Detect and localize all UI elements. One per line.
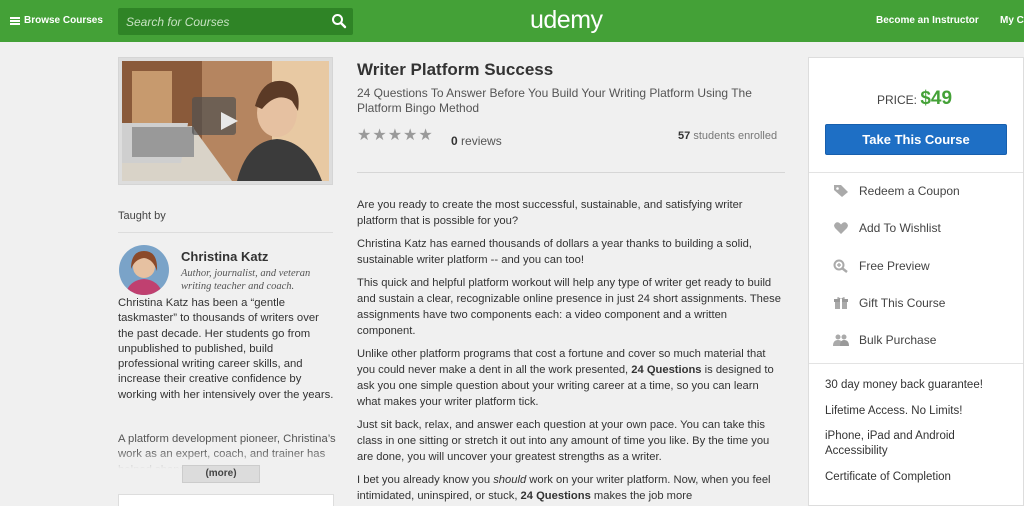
reviews-count: 0 (451, 134, 458, 148)
reviews-link[interactable]: 0 reviews (451, 134, 502, 148)
taught-by-label: Taught by (118, 210, 166, 222)
price-label: PRICE: (877, 93, 918, 107)
price-value: $49 (920, 88, 953, 109)
bulk-purchase-link[interactable]: Bulk Purchase (833, 333, 936, 347)
instructor-name[interactable]: Christina Katz (181, 249, 268, 264)
tag-icon (833, 184, 849, 198)
price: PRICE: $49 (877, 88, 952, 110)
course-description: Are you ready to create the most success… (357, 197, 782, 506)
search-box (118, 8, 353, 35)
description-paragraph: I bet you already know you should work o… (357, 474, 771, 502)
description-paragraph: Christina Katz has earned thousands of d… (357, 238, 752, 266)
udemy-logo[interactable]: udemy (530, 6, 603, 35)
divider (809, 363, 1023, 364)
search-icon[interactable] (331, 13, 347, 29)
students-enrolled: 57 students enrolled (678, 130, 777, 142)
star-icon: ★ (418, 127, 433, 144)
divider (118, 232, 333, 233)
my-courses-link[interactable]: My C (1000, 15, 1024, 26)
instructor-bio: Christina Katz has been a “gentle taskma… (118, 297, 334, 401)
description-paragraph: Are you ready to create the most success… (357, 199, 743, 227)
description-paragraph: Unlike other platform programs that cost… (357, 348, 774, 408)
star-icon: ★ (403, 127, 418, 144)
top-navigation-bar: Browse Courses udemy Become an Instructo… (0, 0, 1024, 42)
redeem-coupon-link[interactable]: Redeem a Coupon (833, 184, 960, 198)
course-subtitle: 24 Questions To Answer Before You Build … (357, 86, 752, 115)
gift-icon (833, 296, 849, 310)
users-icon (833, 333, 849, 347)
play-icon[interactable] (218, 110, 240, 132)
feature-mobile-access: iPhone, iPad and Android Accessibility (825, 430, 955, 457)
instructor-tagline: Author, journalist, and veteran writing … (181, 268, 311, 292)
take-this-course-button[interactable]: Take This Course (825, 124, 1007, 155)
gift-course-link[interactable]: Gift This Course (833, 296, 945, 310)
description-paragraph: This quick and helpful platform workout … (357, 277, 781, 337)
add-to-wishlist-link[interactable]: Add To Wishlist (833, 221, 941, 235)
feature-lifetime-access: Lifetime Access. No Limits! (825, 405, 963, 417)
become-instructor-link[interactable]: Become an Instructor (876, 15, 979, 26)
browse-courses-button[interactable]: Browse Courses (10, 15, 103, 26)
description-paragraph: Just sit back, relax, and answer each qu… (357, 419, 770, 463)
reviews-label: reviews (461, 134, 502, 148)
star-icon: ★ (372, 127, 387, 144)
divider (809, 172, 1023, 173)
instructor-avatar[interactable] (119, 245, 169, 295)
feature-money-back: 30 day money back guarantee! (825, 379, 983, 391)
left-panel-box (118, 494, 334, 506)
free-preview-link[interactable]: Free Preview (833, 259, 930, 273)
course-preview-video[interactable] (118, 57, 333, 185)
students-label: students enrolled (693, 130, 778, 142)
rating-stars: ★ ★ ★ ★ ★ (357, 128, 433, 144)
magnifier-icon (833, 259, 849, 273)
star-icon: ★ (357, 127, 372, 144)
heart-icon (833, 221, 849, 235)
students-count: 57 (678, 130, 691, 142)
search-input[interactable] (118, 8, 328, 35)
divider (357, 172, 785, 173)
feature-certificate: Certificate of Completion (825, 471, 951, 483)
hamburger-menu-icon (10, 16, 20, 25)
course-title: Writer Platform Success (357, 60, 554, 79)
star-icon: ★ (387, 127, 403, 144)
more-button[interactable]: (more) (182, 465, 260, 483)
browse-courses-label: Browse Courses (24, 15, 103, 26)
